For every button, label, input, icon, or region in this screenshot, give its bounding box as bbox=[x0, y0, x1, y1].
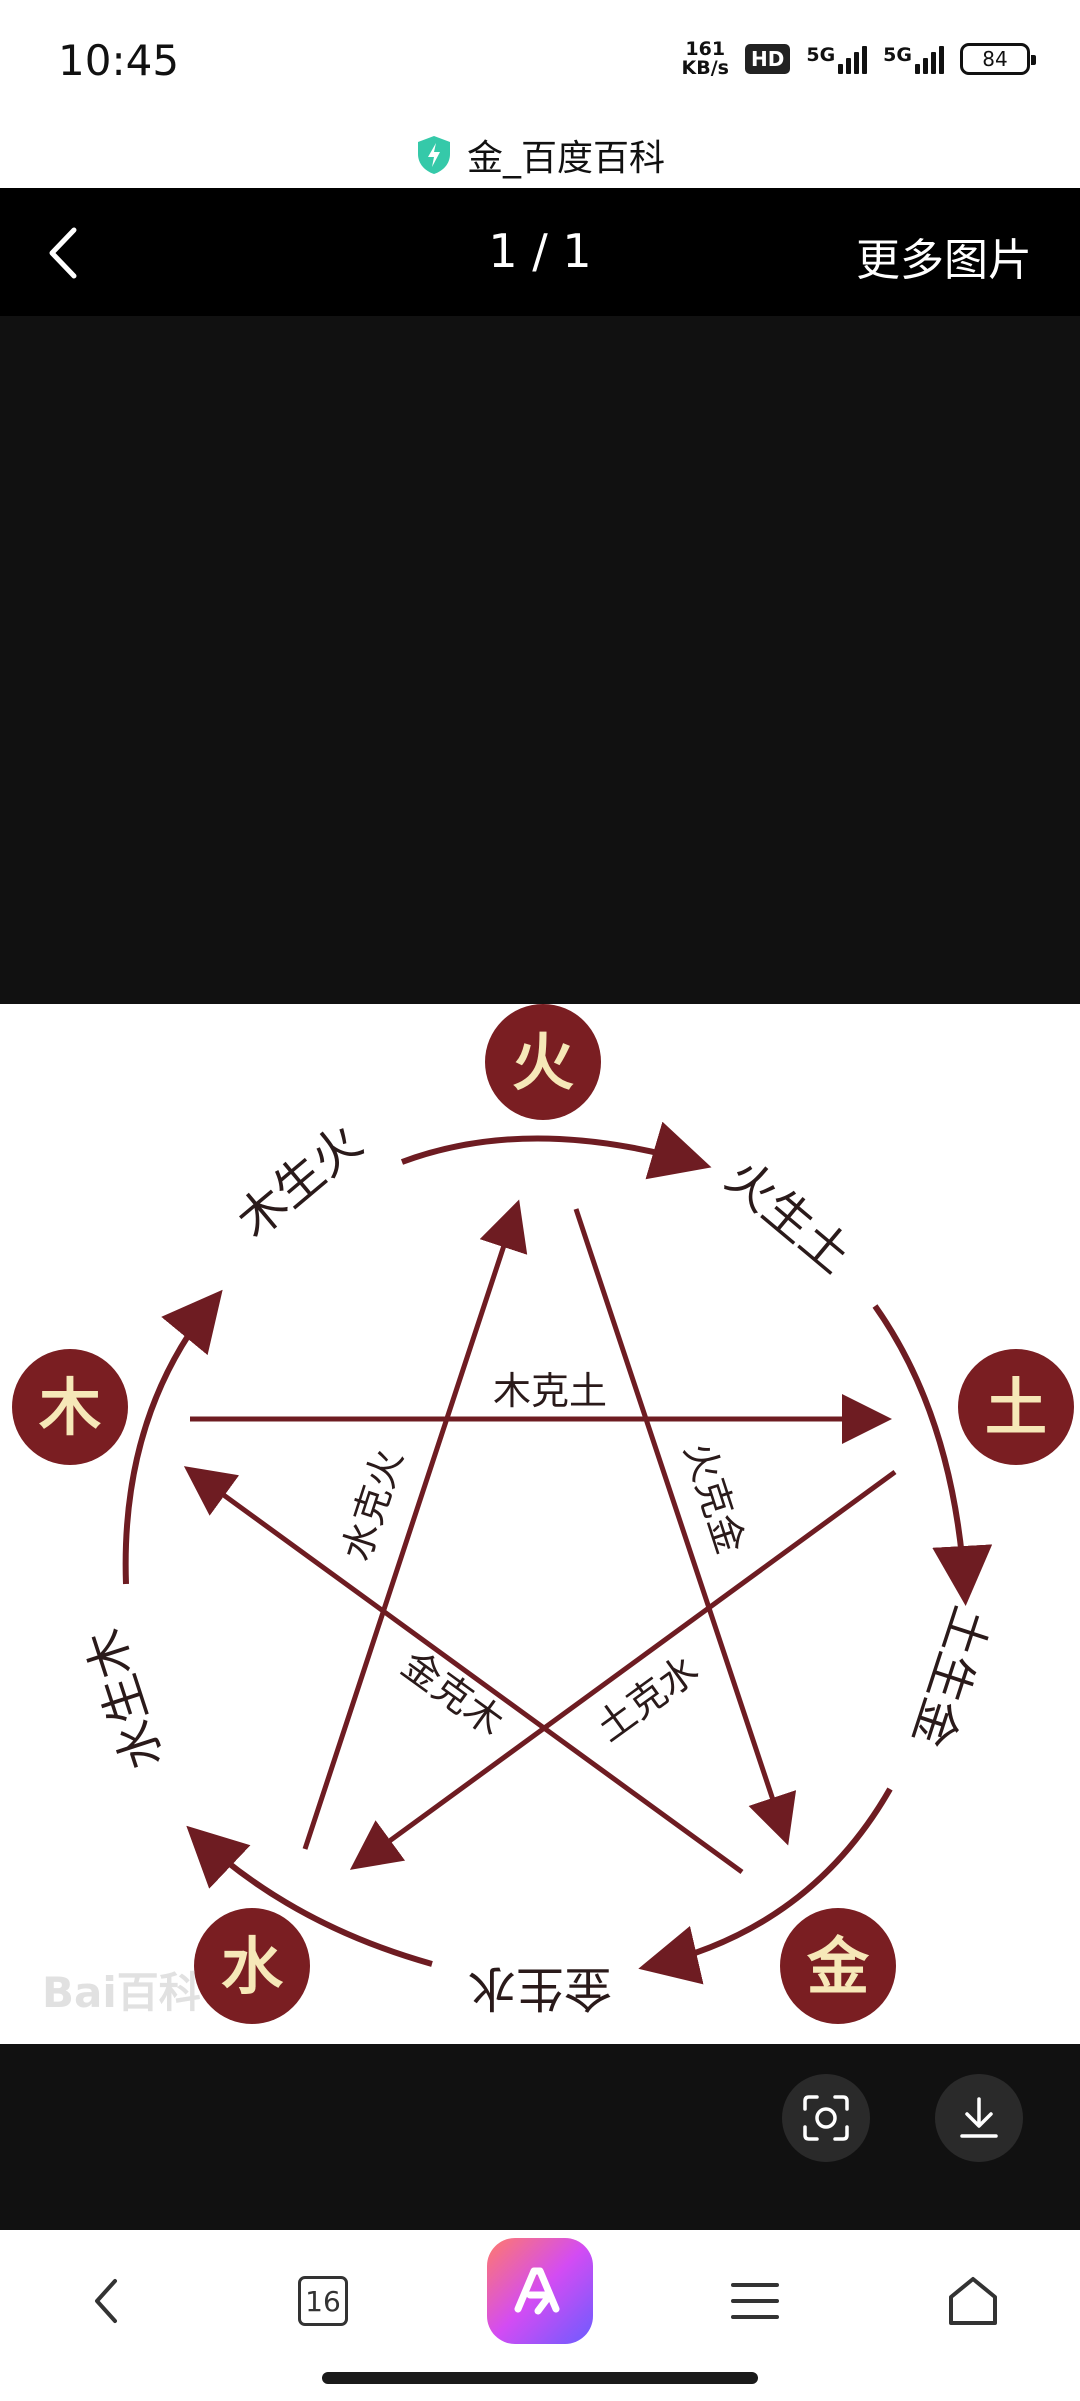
chevron-left-icon bbox=[95, 2279, 117, 2323]
signal-icon-sim1: 5G bbox=[806, 44, 868, 74]
label-metal-generates-water: 金生水 bbox=[468, 1960, 612, 2016]
overcoming-arrows bbox=[183, 1199, 897, 1875]
image-viewer: 火 土 金 水 木 木生火 火生土 土生金 金生水 水生木 木克土 火克金 土克… bbox=[0, 316, 1080, 2230]
tabs-count: 16 bbox=[298, 2276, 348, 2326]
label-wood-generates-fire: 木生火 bbox=[227, 1114, 373, 1249]
menu-button[interactable] bbox=[700, 2246, 810, 2356]
shield-icon bbox=[417, 136, 450, 174]
five-elements-image[interactable]: 火 土 金 水 木 木生火 火生土 土生金 金生水 水生木 木克土 火克金 土克… bbox=[0, 1004, 1080, 2044]
scan-image-button[interactable] bbox=[782, 2074, 870, 2162]
label-water-generates-wood: 水生木 bbox=[76, 1622, 174, 1776]
image-viewer-top-bar: 1 / 1 更多图片 bbox=[0, 188, 1080, 316]
signal-icon-sim2: 5G bbox=[883, 44, 944, 74]
network-speed-unit: KB/s bbox=[681, 57, 729, 79]
five-elements-diagram: 火 土 金 水 木 木生火 火生土 土生金 金生水 水生木 木克土 火克金 土克… bbox=[12, 1004, 1074, 2024]
network-speed: 161 KB/s bbox=[682, 40, 729, 78]
home-button[interactable] bbox=[918, 2246, 1028, 2356]
scan-icon bbox=[803, 2095, 849, 2141]
clock: 10:45 bbox=[58, 36, 180, 85]
gesture-bar bbox=[322, 2372, 758, 2384]
ai-assistant-button[interactable] bbox=[487, 2238, 593, 2344]
site-title: 金_百度百科 bbox=[466, 138, 665, 179]
download-button[interactable] bbox=[935, 2074, 1023, 2162]
element-wood: 木 bbox=[39, 1371, 101, 1444]
watermark: Bai百科 bbox=[42, 1968, 201, 2017]
battery-level: 84 bbox=[982, 47, 1008, 71]
tabs-button[interactable]: 16 bbox=[268, 2246, 378, 2356]
download-icon bbox=[960, 2097, 998, 2138]
label-earth-generates-metal: 土生金 bbox=[901, 1600, 999, 1754]
home-icon bbox=[949, 2277, 997, 2325]
menu-icon bbox=[731, 2283, 779, 2319]
label-earth-overcomes-water: 土克水 bbox=[588, 1647, 706, 1750]
element-metal: 金 bbox=[806, 1930, 870, 2003]
element-earth: 土 bbox=[985, 1371, 1047, 1444]
site-header: 金_百度百科 bbox=[0, 125, 1080, 185]
more-images-button[interactable]: 更多图片 bbox=[856, 224, 1032, 288]
element-fire: 火 bbox=[512, 1026, 574, 1099]
element-water: 水 bbox=[221, 1930, 284, 2003]
hd-voice-icon: HD bbox=[745, 44, 791, 74]
status-icons: 161 KB/s HD 5G 5G 84 bbox=[682, 40, 1036, 78]
label-wood-overcomes-earth: 木克土 bbox=[493, 1369, 607, 1413]
element-circles bbox=[12, 1004, 1074, 2024]
status-bar: 10:45 161 KB/s HD 5G 5G 84 bbox=[0, 0, 1080, 120]
label-water-overcomes-fire: 水克火 bbox=[334, 1444, 411, 1566]
ai-logo-icon bbox=[514, 2267, 560, 2315]
battery-icon: 84 bbox=[960, 43, 1036, 75]
network-type-label: 5G bbox=[806, 44, 836, 66]
label-fire-generates-earth: 火生土 bbox=[715, 1149, 861, 1284]
network-type-label: 5G bbox=[883, 44, 912, 66]
nav-back-button[interactable] bbox=[52, 2246, 162, 2356]
